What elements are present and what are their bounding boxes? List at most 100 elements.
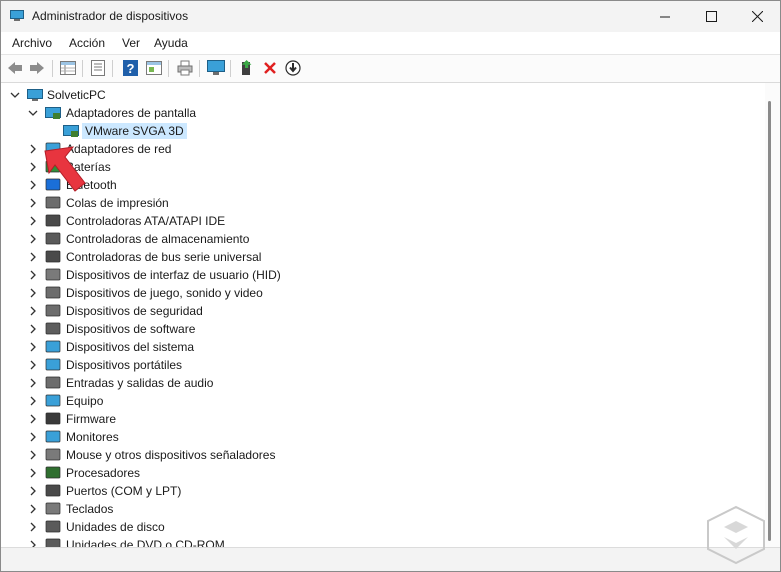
scan-hardware-button[interactable]	[207, 59, 225, 77]
category-row[interactable]: Dispositivos del sistema	[1, 338, 761, 356]
properties-button[interactable]	[59, 59, 77, 77]
category-row[interactable]: Unidades de DVD o CD-ROM	[1, 536, 761, 547]
category-label: Dispositivos de juego, sonido y video	[66, 286, 263, 300]
category-row[interactable]: Controladoras de almacenamiento	[1, 230, 761, 248]
disable-device-button[interactable]	[284, 59, 302, 77]
category-row[interactable]: Entradas y salidas de audio	[1, 374, 761, 392]
menu-ver[interactable]: Ver	[122, 36, 140, 50]
chevron-right-icon[interactable]	[28, 518, 38, 536]
category-row[interactable]: Monitores	[1, 428, 761, 446]
chevron-right-icon[interactable]	[28, 212, 38, 230]
category-row[interactable]: Teclados	[1, 500, 761, 518]
category-row[interactable]: Controladoras de bus serie universal	[1, 248, 761, 266]
scrollbar-thumb[interactable]	[768, 101, 771, 541]
minimize-button[interactable]	[642, 1, 688, 32]
device-category-icon	[45, 286, 61, 299]
uninstall-device-button[interactable]	[261, 59, 279, 77]
status-bar	[1, 547, 780, 571]
chevron-right-icon[interactable]	[28, 194, 38, 212]
category-row[interactable]: Dispositivos de juego, sonido y video	[1, 284, 761, 302]
chevron-right-icon[interactable]	[28, 482, 38, 500]
device-manager-window: Administrador de dispositivos Archivo Ac…	[0, 0, 781, 572]
chevron-right-icon[interactable]	[28, 158, 38, 176]
device-category-icon	[45, 250, 61, 263]
view-button[interactable]	[145, 59, 163, 77]
enable-device-icon	[241, 60, 252, 75]
category-label: Procesadores	[66, 466, 141, 480]
chevron-right-icon[interactable]	[28, 284, 38, 302]
category-row-expanded[interactable]: Adaptadores de pantalla	[1, 104, 761, 122]
close-button[interactable]	[734, 1, 780, 32]
chevron-right-icon[interactable]	[28, 356, 38, 374]
chevron-right-icon[interactable]	[28, 446, 38, 464]
toolbar-separator	[168, 60, 169, 77]
category-label: Controladoras de almacenamiento	[66, 232, 250, 246]
forward-button[interactable]	[28, 59, 46, 77]
vertical-scrollbar[interactable]	[765, 83, 780, 547]
selected-device-label: VMware SVGA 3D	[82, 123, 187, 139]
device-category-icon	[45, 484, 61, 497]
category-row[interactable]: Dispositivos portátiles	[1, 356, 761, 374]
list-view-button[interactable]	[89, 59, 107, 77]
category-row[interactable]: Puertos (COM y LPT)	[1, 482, 761, 500]
print-button[interactable]	[176, 59, 194, 77]
title-bar: Administrador de dispositivos	[1, 1, 780, 32]
chevron-right-icon[interactable]	[28, 140, 38, 158]
chevron-right-icon[interactable]	[28, 536, 38, 547]
chevron-right-icon[interactable]	[28, 266, 38, 284]
category-row[interactable]: Adaptadores de red	[1, 140, 761, 158]
device-category-icon	[45, 268, 61, 281]
category-row[interactable]: Baterías	[1, 158, 761, 176]
chevron-right-icon[interactable]	[28, 410, 38, 428]
category-row[interactable]: Dispositivos de software	[1, 320, 761, 338]
category-row[interactable]: Equipo	[1, 392, 761, 410]
category-label: Controladoras ATA/ATAPI IDE	[66, 214, 226, 228]
toolbar-separator	[199, 60, 200, 77]
category-label: Controladoras de bus serie universal	[66, 250, 262, 264]
chevron-right-icon[interactable]	[28, 464, 38, 482]
chevron-right-icon[interactable]	[28, 230, 38, 248]
chevron-right-icon[interactable]	[28, 248, 38, 266]
menu-ayuda[interactable]: Ayuda	[154, 36, 188, 50]
chevron-right-icon[interactable]	[28, 500, 38, 518]
category-label: Mouse y otros dispositivos señaladores	[66, 448, 276, 462]
device-tree: SolveticPC Adaptadores de pantalla VMwar…	[1, 83, 763, 547]
chevron-right-icon[interactable]	[28, 392, 38, 410]
chevron-right-icon[interactable]	[28, 320, 38, 338]
chevron-right-icon[interactable]	[28, 428, 38, 446]
category-row[interactable]: Controladoras ATA/ATAPI IDE	[1, 212, 761, 230]
category-row[interactable]: Bluetooth	[1, 176, 761, 194]
device-manager-app-icon	[10, 10, 24, 21]
chevron-right-icon[interactable]	[28, 338, 38, 356]
svg-text:?: ?	[126, 61, 134, 76]
category-row[interactable]: Procesadores	[1, 464, 761, 482]
device-category-icon	[45, 214, 61, 227]
help-button[interactable]: ?	[121, 59, 139, 77]
update-driver-button[interactable]	[238, 59, 256, 77]
menu-archivo[interactable]: Archivo	[12, 36, 52, 50]
maximize-button[interactable]	[688, 1, 734, 32]
category-row[interactable]: Unidades de disco	[1, 518, 761, 536]
category-label: Dispositivos portátiles	[66, 358, 183, 372]
category-row[interactable]: Mouse y otros dispositivos señaladores	[1, 446, 761, 464]
chevron-down-icon[interactable]	[28, 104, 38, 122]
device-category-icon	[45, 430, 61, 443]
tree-root[interactable]: SolveticPC	[1, 86, 761, 104]
back-button[interactable]	[6, 59, 24, 77]
category-label: Adaptadores de pantalla	[66, 106, 197, 120]
chevron-right-icon[interactable]	[28, 176, 38, 194]
computer-icon	[27, 89, 43, 101]
category-row[interactable]: Dispositivos de seguridad	[1, 302, 761, 320]
category-row[interactable]: Dispositivos de interfaz de usuario (HID…	[1, 266, 761, 284]
category-row[interactable]: Colas de impresión	[1, 194, 761, 212]
menu-accion[interactable]: Acción	[69, 36, 105, 50]
device-category-icon	[45, 448, 61, 461]
solvetic-logo-watermark	[707, 505, 765, 565]
chevron-right-icon[interactable]	[28, 374, 38, 392]
device-row-selected[interactable]: VMware SVGA 3D	[1, 122, 761, 140]
chevron-down-icon[interactable]	[10, 86, 20, 104]
back-icon	[8, 62, 22, 74]
chevron-right-icon[interactable]	[28, 302, 38, 320]
category-row[interactable]: Firmware	[1, 410, 761, 428]
category-label: Dispositivos de software	[66, 322, 196, 336]
